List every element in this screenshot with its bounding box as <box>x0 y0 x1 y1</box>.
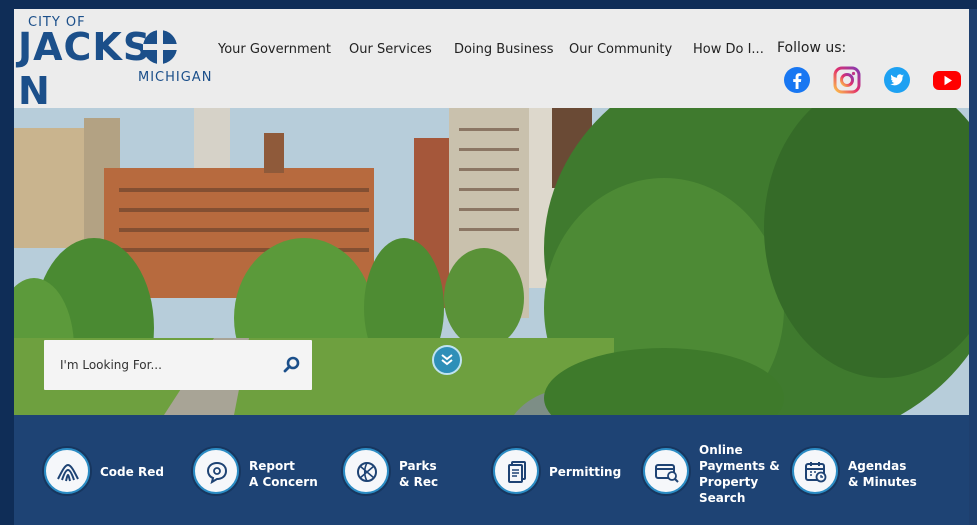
twitter-icon[interactable] <box>883 66 911 94</box>
facebook-icon[interactable] <box>783 66 811 94</box>
permitting-icon <box>493 448 539 494</box>
logo-michigan: MICHIGAN <box>138 70 213 85</box>
site-header: CITY OF JACKSN MICHIGAN Your Government … <box>14 9 969 113</box>
quick-link-permitting[interactable]: Permitting <box>493 448 633 496</box>
nav-our-community[interactable]: Our Community <box>569 42 672 57</box>
quick-link-label: Agendas & Minutes <box>848 459 917 489</box>
logo-o-cross-icon <box>143 30 177 64</box>
city-logo[interactable]: CITY OF JACKSN MICHIGAN <box>16 12 213 113</box>
double-chevron-down-icon <box>441 354 453 366</box>
nav-your-government[interactable]: Your Government <box>218 42 331 57</box>
search-input[interactable] <box>60 354 270 376</box>
quick-links-bar: Code Red Report A Concern Parks & Rec Perm… <box>14 415 969 525</box>
quick-link-online-payments[interactable]: Online Payments & Property Search <box>643 443 783 505</box>
scroll-down-button[interactable] <box>432 345 462 375</box>
frame-left-border <box>0 0 14 525</box>
youtube-icon[interactable] <box>932 66 962 94</box>
quick-link-label: Parks & Rec <box>399 459 439 489</box>
quick-link-label: Code Red <box>100 465 164 479</box>
quick-link-parks-rec[interactable]: Parks & Rec <box>343 448 483 496</box>
frame-top-border <box>0 0 977 9</box>
nav-our-services[interactable]: Our Services <box>349 42 432 57</box>
site-search-box <box>44 340 312 390</box>
follow-us-label: Follow us: <box>777 40 847 56</box>
parks-rec-icon <box>343 448 389 494</box>
quick-link-label: Permitting <box>549 465 622 479</box>
nav-how-do-i[interactable]: How Do I... <box>693 42 764 57</box>
search-icon[interactable] <box>280 353 304 377</box>
quick-link-label: Online Payments & Property Search <box>699 443 780 505</box>
quick-link-label: Report A Concern <box>249 459 318 489</box>
quick-link-report-concern[interactable]: Report A Concern <box>193 448 333 496</box>
nav-doing-business[interactable]: Doing Business <box>454 42 554 57</box>
code-red-icon <box>44 448 90 494</box>
report-concern-icon <box>193 448 239 494</box>
agendas-icon <box>792 448 838 494</box>
quick-link-code-red[interactable]: Code Red <box>44 448 184 496</box>
logo-jackson: JACKSN <box>18 25 152 113</box>
payments-icon <box>643 448 689 494</box>
hero-banner-image <box>14 108 969 415</box>
instagram-icon[interactable] <box>833 66 861 94</box>
quick-link-agendas-minutes[interactable]: Agendas & Minutes <box>792 448 942 496</box>
